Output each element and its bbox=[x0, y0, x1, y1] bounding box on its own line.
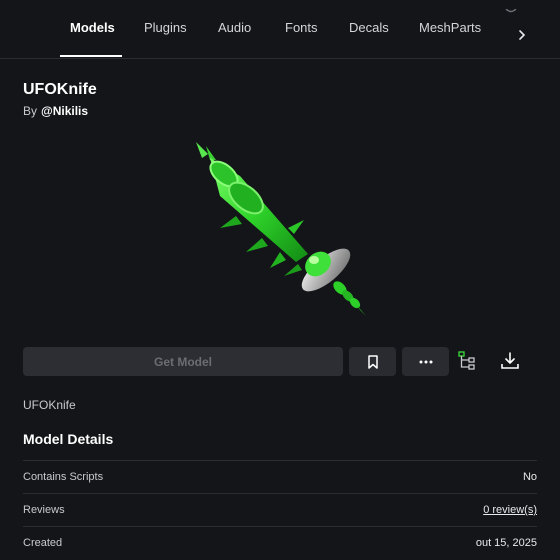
detail-row-contains-scripts: Contains Scripts No bbox=[23, 460, 537, 494]
download-icon[interactable] bbox=[499, 350, 521, 372]
model-details-heading: Model Details bbox=[23, 431, 114, 447]
tab-models[interactable]: Models bbox=[70, 20, 115, 58]
chevron-right-icon[interactable] bbox=[516, 27, 528, 43]
detail-label: Reviews bbox=[23, 504, 65, 516]
detail-label: Contains Scripts bbox=[23, 471, 104, 483]
get-model-button[interactable]: Get Model bbox=[23, 347, 343, 376]
detail-value: No bbox=[522, 471, 537, 483]
ellipsis-icon[interactable] bbox=[402, 347, 449, 376]
hierarchy-tree-icon[interactable] bbox=[456, 350, 478, 372]
tab-audio[interactable]: Audio bbox=[218, 20, 251, 58]
bookmark-icon[interactable] bbox=[349, 347, 396, 376]
detail-label: Created bbox=[23, 537, 63, 549]
detail-row-reviews: Reviews 0 review(s) bbox=[23, 493, 537, 527]
creator-byline: By @Nikilis bbox=[23, 104, 88, 118]
by-label: By bbox=[23, 104, 38, 118]
detail-value: out 15, 2025 bbox=[475, 537, 537, 549]
tab-plugins[interactable]: Plugins bbox=[144, 20, 187, 58]
model-thumbnail bbox=[180, 136, 380, 326]
tab-fonts[interactable]: Fonts bbox=[285, 20, 318, 58]
reviews-link[interactable]: 0 review(s) bbox=[483, 504, 537, 516]
tab-meshparts[interactable]: MeshParts bbox=[419, 20, 481, 58]
creator-link[interactable]: @Nikilis bbox=[41, 104, 88, 118]
asset-name: UFOKnife bbox=[23, 398, 76, 412]
detail-row-created: Created out 15, 2025 bbox=[23, 526, 537, 560]
category-tabs: Models Plugins Audio Fonts Decals MeshPa… bbox=[0, 0, 560, 59]
active-tab-indicator bbox=[60, 55, 122, 57]
tab-decals[interactable]: Decals bbox=[349, 20, 389, 58]
asset-title: UFOKnife bbox=[23, 81, 97, 98]
